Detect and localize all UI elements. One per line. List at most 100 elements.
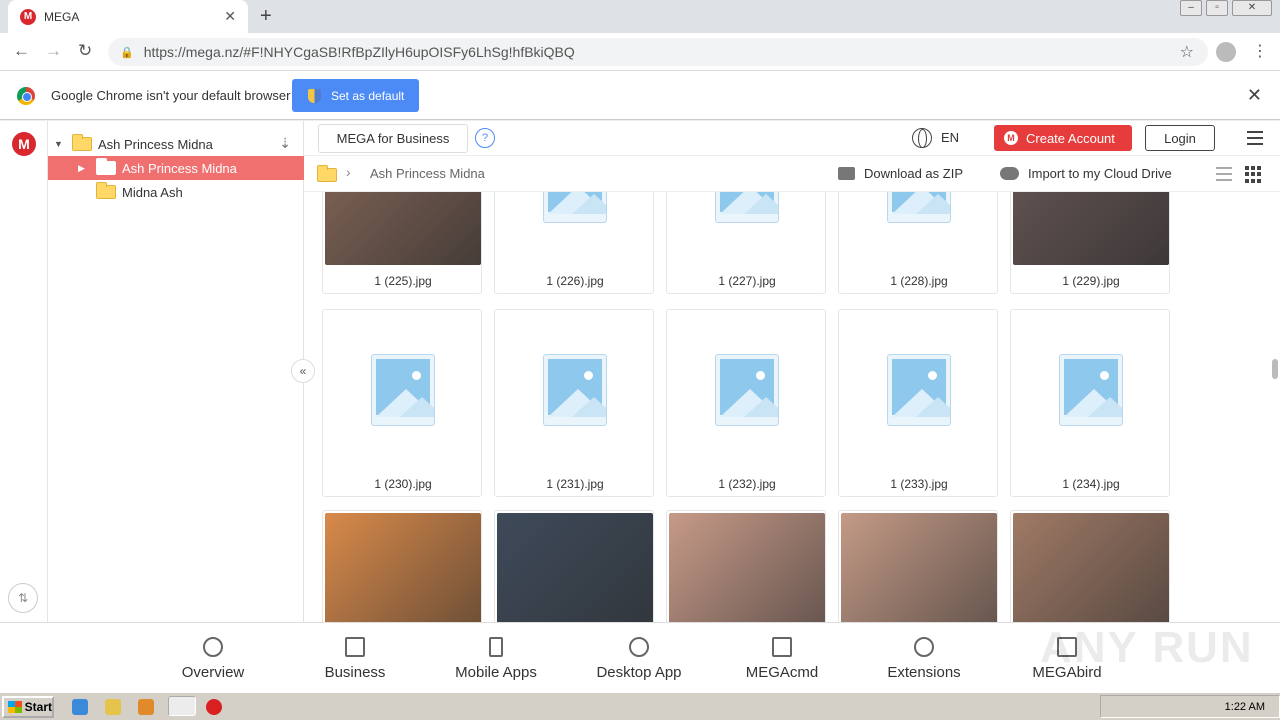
mega-icon: M bbox=[1004, 131, 1018, 145]
grid-view-icon[interactable] bbox=[1245, 166, 1262, 183]
sync-icon bbox=[629, 637, 649, 657]
file-card[interactable] bbox=[666, 510, 826, 622]
import-label: Import to my Cloud Drive bbox=[1028, 166, 1172, 181]
explorer-icon[interactable] bbox=[105, 699, 121, 715]
file-card[interactable]: 1 (232).jpg bbox=[666, 309, 826, 497]
file-card[interactable] bbox=[838, 510, 998, 622]
start-button[interactable]: Start bbox=[2, 696, 54, 718]
chevron-right-icon: › bbox=[346, 164, 351, 180]
sort-icon[interactable]: ⇣ bbox=[279, 135, 291, 152]
tree-item-label: Ash Princess Midna bbox=[122, 160, 237, 176]
file-card[interactable]: 1 (231).jpg bbox=[494, 309, 654, 497]
scrollbar-thumb[interactable] bbox=[1272, 359, 1278, 379]
infobar-close-icon[interactable]: ✕ bbox=[1247, 85, 1262, 106]
restore-button[interactable]: ▫ bbox=[1206, 0, 1228, 16]
login-button[interactable]: Login bbox=[1145, 125, 1215, 151]
address-bar[interactable]: 🔒 https://mega.nz/#F!NHYCgaSB!RfBpZIlyH6… bbox=[108, 38, 1208, 66]
folder-icon[interactable] bbox=[317, 165, 337, 182]
help-icon[interactable]: ? bbox=[475, 128, 495, 148]
file-card[interactable]: 1 (233).jpg bbox=[838, 309, 998, 497]
tab-close-icon[interactable]: ✕ bbox=[224, 8, 236, 25]
cloud-icon bbox=[1000, 167, 1019, 180]
collapse-sidebar-button[interactable]: « bbox=[291, 359, 315, 383]
import-cloud-button[interactable]: Import to my Cloud Drive bbox=[1000, 166, 1172, 181]
new-tab-button[interactable]: + bbox=[260, 5, 272, 28]
image-placeholder-icon bbox=[715, 354, 779, 426]
breadcrumb-current[interactable]: Ash Princess Midna bbox=[370, 166, 485, 181]
image-placeholder-icon bbox=[715, 192, 779, 223]
tree-root-label: Ash Princess Midna bbox=[98, 136, 213, 152]
reload-icon[interactable]: ↻ bbox=[78, 41, 92, 61]
photo-thumbnail bbox=[497, 513, 653, 622]
transfers-icon[interactable]: ⇅ bbox=[8, 583, 38, 613]
file-card[interactable]: 1 (225).jpg bbox=[322, 192, 482, 294]
footer-extensions[interactable]: Extensions bbox=[864, 637, 984, 681]
mega-for-business-button[interactable]: MEGA for Business bbox=[318, 124, 468, 153]
chrome-logo-icon bbox=[17, 87, 35, 105]
browser-tab-strip: M MEGA ✕ + – ▫ ✕ bbox=[0, 0, 1280, 33]
mega-favicon-icon: M bbox=[20, 8, 36, 25]
expand-arrow-icon[interactable]: ▶ bbox=[78, 163, 88, 174]
file-thumbnail bbox=[497, 312, 653, 468]
file-card[interactable]: 1 (229).jpg bbox=[1010, 192, 1170, 294]
create-account-button[interactable]: M Create Account bbox=[994, 125, 1132, 151]
bookmark-star-icon[interactable]: ☆ bbox=[1180, 42, 1194, 62]
browser-tab[interactable]: M MEGA ✕ bbox=[8, 0, 248, 33]
image-placeholder-icon bbox=[543, 192, 607, 223]
tree-item-midna-ash[interactable]: Midna Ash bbox=[48, 180, 304, 204]
globe-icon[interactable] bbox=[912, 128, 932, 148]
file-card[interactable]: 1 (234).jpg bbox=[1010, 309, 1170, 497]
file-thumbnail bbox=[497, 513, 653, 622]
infobar-message: Google Chrome isn't your default browser bbox=[51, 88, 291, 103]
footer-desktop-app[interactable]: Desktop App bbox=[579, 637, 699, 681]
file-name: 1 (234).jpg bbox=[1062, 477, 1120, 491]
footer-overview[interactable]: Overview bbox=[153, 637, 273, 681]
footer-mobile-apps[interactable]: Mobile Apps bbox=[436, 637, 556, 681]
file-card[interactable] bbox=[1010, 510, 1170, 622]
mega-logo-icon[interactable]: M bbox=[12, 132, 36, 156]
download-zip-button[interactable]: Download as ZIP bbox=[838, 166, 963, 181]
tree-item-ash-princess-midna[interactable]: ▶ Ash Princess Midna bbox=[48, 156, 304, 180]
window-close-button[interactable]: ✕ bbox=[1232, 0, 1272, 16]
tree-root[interactable]: ▼ Ash Princess Midna bbox=[48, 132, 304, 156]
folder-icon bbox=[96, 182, 116, 199]
phone-icon bbox=[489, 637, 503, 657]
profile-avatar-icon[interactable] bbox=[1216, 42, 1236, 62]
chrome-taskbar-button[interactable] bbox=[168, 696, 196, 716]
file-card[interactable]: 1 (228).jpg bbox=[838, 192, 998, 294]
folder-icon bbox=[72, 134, 92, 151]
file-thumbnail bbox=[325, 513, 481, 622]
language-selector[interactable]: EN bbox=[941, 130, 959, 145]
forward-arrow-icon[interactable]: → bbox=[45, 41, 62, 61]
file-card[interactable] bbox=[322, 510, 482, 622]
list-view-icon[interactable] bbox=[1216, 167, 1232, 181]
minimize-button[interactable]: – bbox=[1180, 0, 1202, 16]
watermark: ANY RUN bbox=[1040, 623, 1254, 672]
opera-icon[interactable] bbox=[206, 699, 222, 715]
photo-thumbnail bbox=[325, 192, 481, 265]
window-controls: – ▫ ✕ bbox=[1180, 0, 1272, 16]
media-player-icon[interactable] bbox=[138, 699, 154, 715]
file-thumbnail bbox=[669, 312, 825, 468]
set-default-button[interactable]: Set as default bbox=[292, 79, 419, 112]
footer-business[interactable]: Business bbox=[295, 637, 415, 681]
footer-megacmd[interactable]: MEGAcmd bbox=[722, 637, 842, 681]
file-thumbnail bbox=[1013, 192, 1169, 265]
image-placeholder-icon bbox=[371, 354, 435, 426]
tree-item-label: Midna Ash bbox=[122, 184, 183, 200]
photo-thumbnail bbox=[325, 513, 481, 622]
expand-arrow-icon[interactable]: ▼ bbox=[54, 139, 64, 149]
file-name: 1 (229).jpg bbox=[1062, 274, 1120, 288]
file-name: 1 (228).jpg bbox=[890, 274, 948, 288]
image-placeholder-icon bbox=[887, 192, 951, 223]
ie-icon[interactable] bbox=[72, 699, 88, 715]
menu-icon[interactable] bbox=[1247, 131, 1263, 145]
back-arrow-icon[interactable]: ← bbox=[13, 41, 30, 61]
file-card[interactable]: 1 (227).jpg bbox=[666, 192, 826, 294]
file-card[interactable]: 1 (230).jpg bbox=[322, 309, 482, 497]
file-card[interactable] bbox=[494, 510, 654, 622]
file-card[interactable]: 1 (226).jpg bbox=[494, 192, 654, 294]
scrollbar[interactable] bbox=[1268, 192, 1280, 622]
file-thumbnail bbox=[841, 192, 997, 265]
browser-menu-icon[interactable]: ⋮ bbox=[1252, 41, 1268, 61]
